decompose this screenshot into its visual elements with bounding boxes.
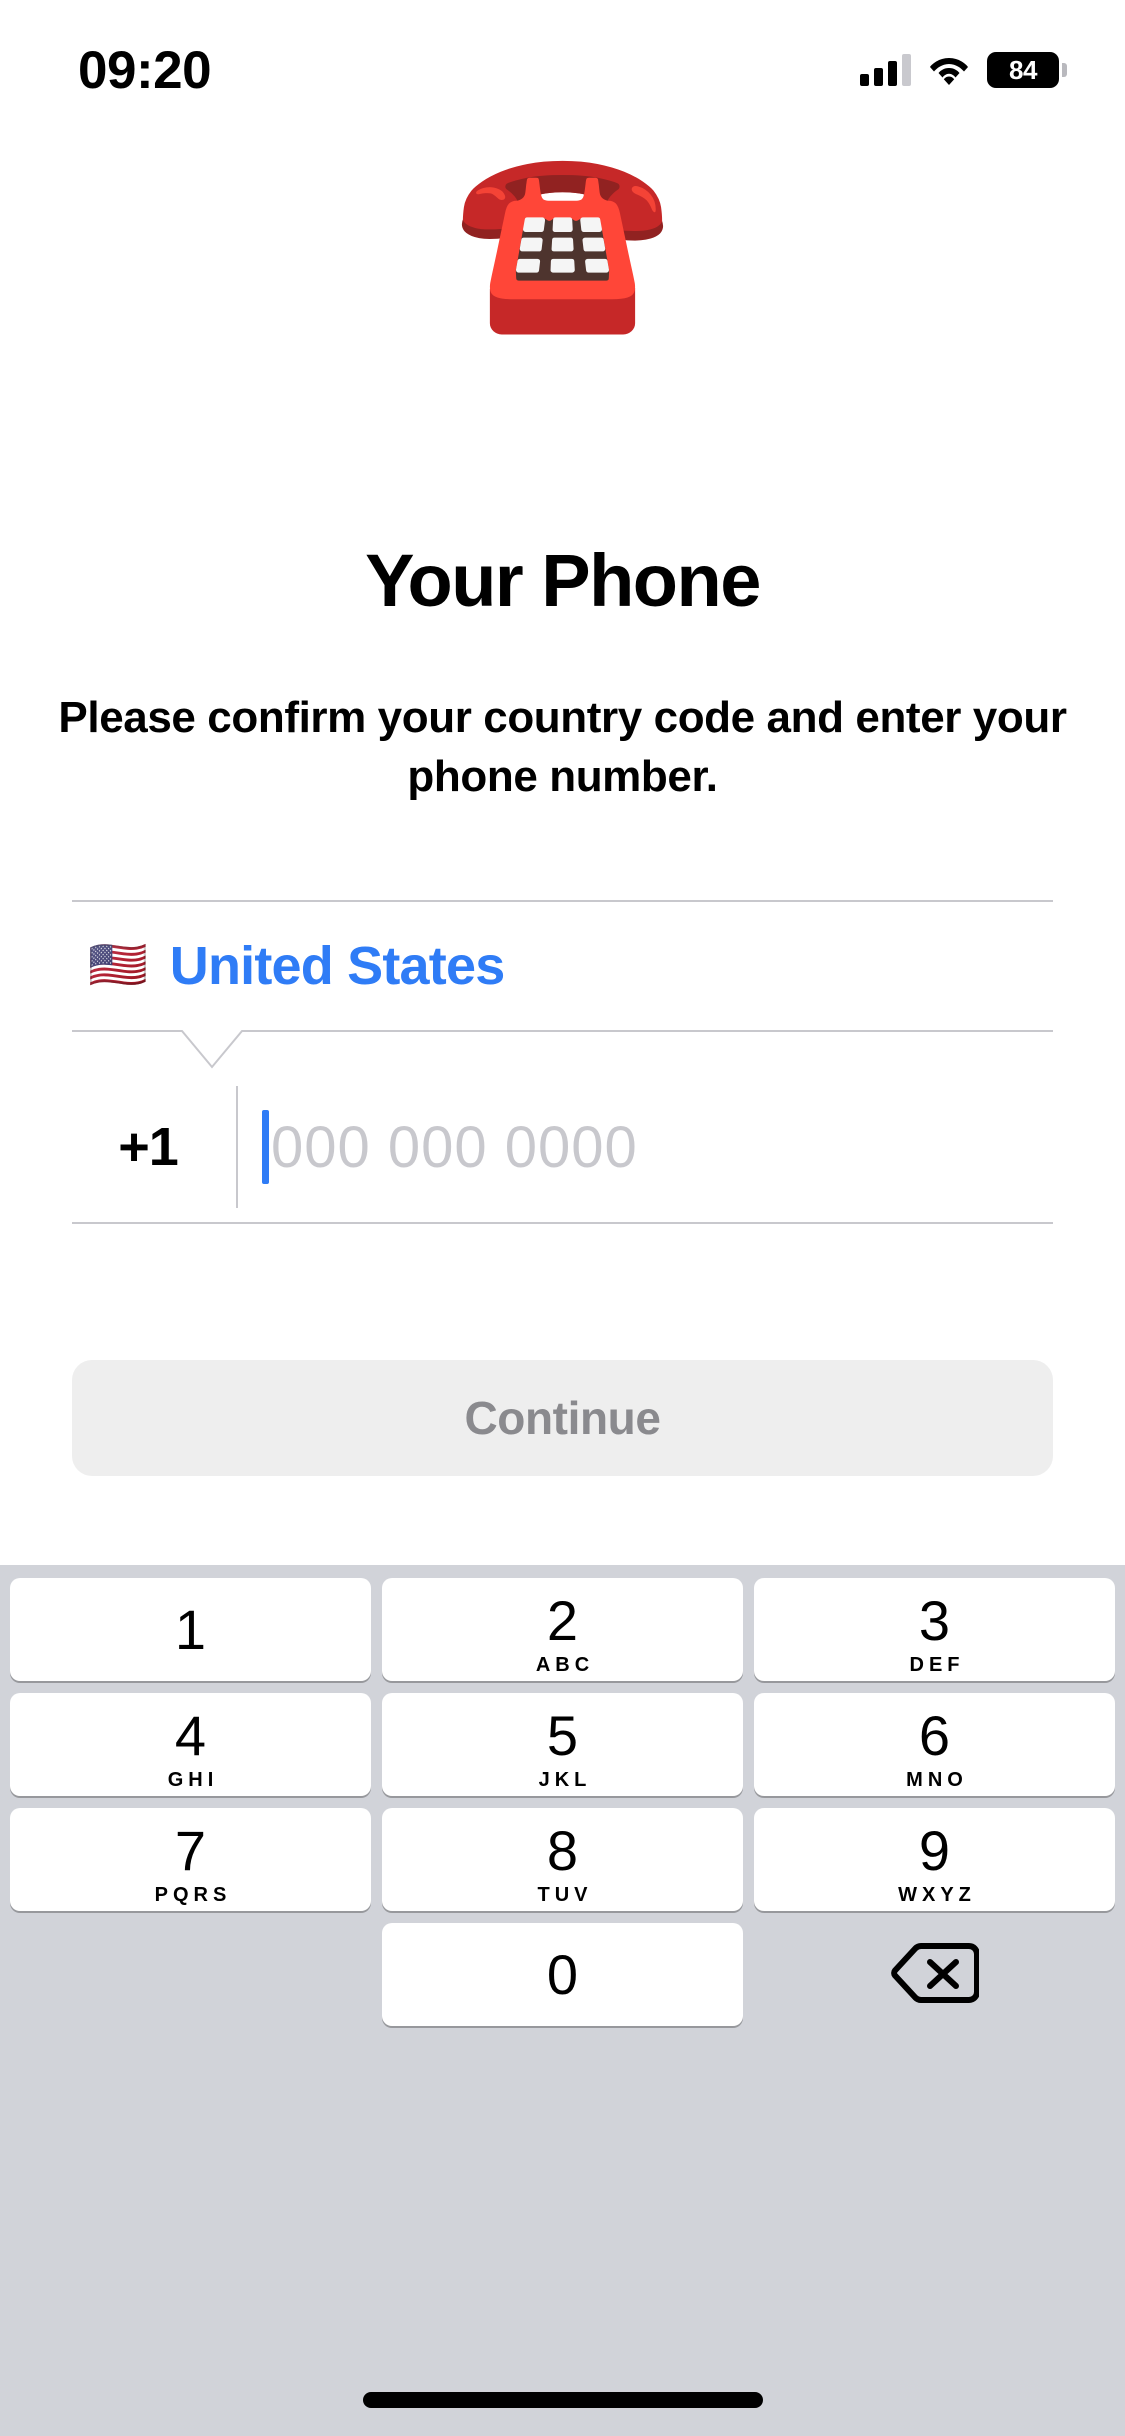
country-notch-divider <box>72 1030 1053 1072</box>
numeric-keypad: 1 2 ABC 3 DEF 4 GHI 5 JKL 6 MNO 7 PQRS 8… <box>0 1565 1125 2436</box>
country-name-label: United States <box>169 936 505 996</box>
keypad-key-letters: MNO <box>906 1768 968 1791</box>
keypad-key-2[interactable]: 2 ABC <box>382 1578 743 1681</box>
status-bar: 09:20 84 <box>0 0 1125 132</box>
backspace-delete-icon <box>890 1940 980 2009</box>
continue-button[interactable]: Continue <box>72 1360 1053 1476</box>
keypad-key-digit: 7 <box>174 1818 207 1882</box>
dial-code-label: +1 <box>118 1117 179 1177</box>
keypad-grid: 1 2 ABC 3 DEF 4 GHI 5 JKL 6 MNO 7 PQRS 8… <box>10 1578 1115 2026</box>
battery-icon: 84 <box>987 52 1067 88</box>
phone-number-input[interactable]: 000 000 0000 <box>238 1110 1053 1184</box>
country-flag-icon: 🇺🇸 <box>88 939 148 992</box>
keypad-key-letters: TUV <box>537 1883 593 1906</box>
keypad-key-digit: 8 <box>546 1818 579 1882</box>
keypad-key-digit: 9 <box>918 1818 951 1882</box>
keypad-key-letters: WXYZ <box>898 1883 976 1906</box>
page-subtitle: Please confirm your country code and ent… <box>58 693 1067 802</box>
keypad-key-0[interactable]: 0 <box>382 1923 743 2026</box>
keypad-key-8[interactable]: 8 TUV <box>382 1808 743 1911</box>
telephone-emoji: ☎️ <box>452 140 673 336</box>
keypad-key-digit: 5 <box>546 1703 579 1767</box>
phone-entry-form: 🇺🇸 United States +1 000 000 0000 <box>72 900 1053 1224</box>
keypad-key-digit: 6 <box>918 1703 951 1767</box>
form-bottom-divider <box>72 1222 1053 1224</box>
phone-number-placeholder: 000 000 0000 <box>271 1114 638 1180</box>
keypad-key-letters: DEF <box>909 1653 965 1676</box>
status-bar-indicators: 84 <box>860 52 1067 88</box>
keypad-key-9[interactable]: 9 WXYZ <box>754 1808 1115 1911</box>
keypad-key-3[interactable]: 3 DEF <box>754 1578 1115 1681</box>
page-title: Your Phone <box>365 539 761 622</box>
wifi-icon <box>929 54 969 86</box>
cellular-signal-icon <box>860 54 911 86</box>
keypad-key-digit: 0 <box>546 1942 579 2006</box>
keypad-blank-cell <box>10 1923 371 2026</box>
keypad-key-6[interactable]: 6 MNO <box>754 1693 1115 1796</box>
text-caret <box>262 1110 269 1184</box>
keypad-key-letters: PQRS <box>154 1883 232 1906</box>
keypad-key-7[interactable]: 7 PQRS <box>10 1808 371 1911</box>
backspace-delete-key[interactable] <box>754 1923 1115 2026</box>
status-bar-time: 09:20 <box>78 40 212 100</box>
keypad-key-5[interactable]: 5 JKL <box>382 1693 743 1796</box>
country-selector[interactable]: 🇺🇸 United States <box>72 902 1053 1030</box>
keypad-key-letters: ABC <box>535 1653 595 1676</box>
home-indicator <box>362 2392 763 2408</box>
keypad-key-digit: 4 <box>174 1703 207 1767</box>
phone-number-row[interactable]: +1 000 000 0000 <box>72 1072 1053 1222</box>
keypad-key-letters: JKL <box>538 1768 592 1791</box>
battery-level-text: 84 <box>1009 55 1037 85</box>
keypad-key-digit: 2 <box>546 1588 579 1652</box>
keypad-key-4[interactable]: 4 GHI <box>10 1693 371 1796</box>
keypad-key-1[interactable]: 1 <box>10 1578 371 1681</box>
keypad-key-digit: 3 <box>918 1588 951 1652</box>
keypad-key-digit: 1 <box>174 1597 207 1661</box>
keypad-key-letters: GHI <box>167 1768 219 1791</box>
